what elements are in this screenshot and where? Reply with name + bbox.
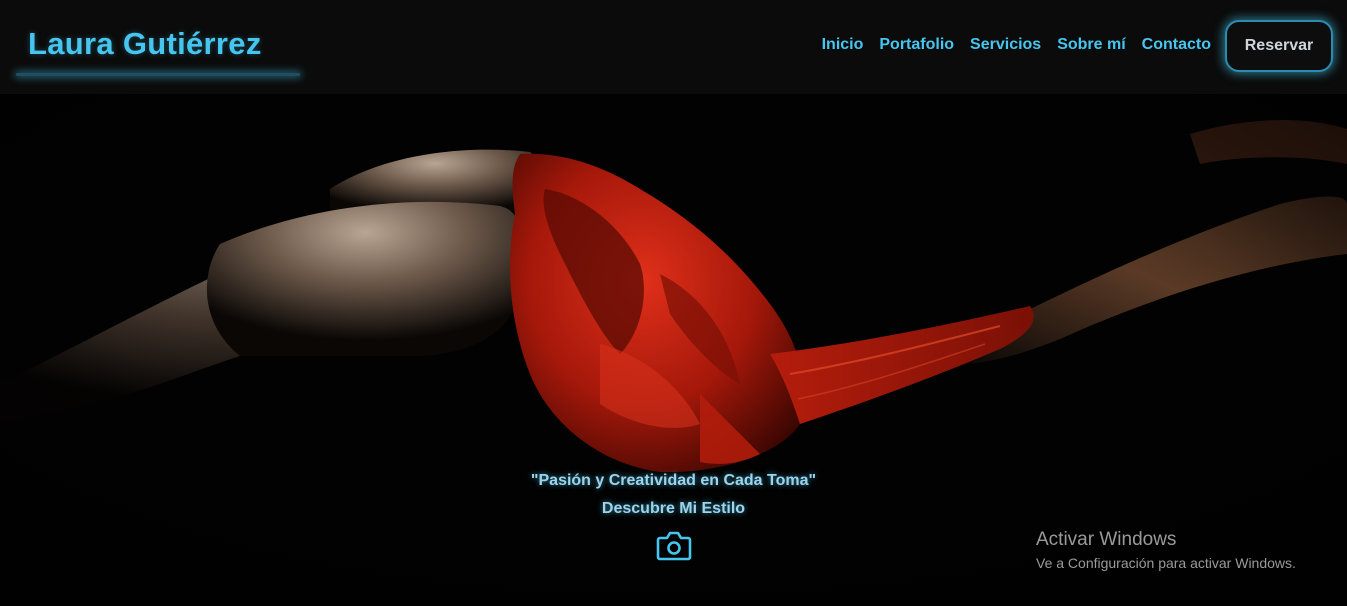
hero-section: "Pasión y Creatividad en Cada Toma" Desc… xyxy=(0,94,1347,606)
nav-portafolio[interactable]: Portafolio xyxy=(879,36,954,54)
main-nav: Inicio Portafolio Servicios Sobre mí Con… xyxy=(822,36,1211,54)
brand-logo[interactable]: Laura Gutiérrez xyxy=(28,26,262,62)
site-header: Laura Gutiérrez Inicio Portafolio Servic… xyxy=(0,0,1347,94)
nav-inicio[interactable]: Inicio xyxy=(822,36,864,54)
brand-underline xyxy=(16,73,300,76)
hero-subtitle[interactable]: Descubre Mi Estilo xyxy=(0,500,1347,518)
reservar-button[interactable]: Reservar xyxy=(1225,20,1333,72)
camera-icon[interactable] xyxy=(656,530,692,562)
nav-servicios[interactable]: Servicios xyxy=(970,36,1041,54)
nav-sobre-mi[interactable]: Sobre mí xyxy=(1057,36,1125,54)
hero-tagline: "Pasión y Creatividad en Cada Toma" xyxy=(530,472,817,489)
page: Laura Gutiérrez Inicio Portafolio Servic… xyxy=(0,0,1347,606)
windows-activation-subtitle: Ve a Configuración para activar Windows. xyxy=(1036,555,1296,571)
nav-contacto[interactable]: Contacto xyxy=(1142,36,1211,54)
windows-activation-title: Activar Windows xyxy=(1036,529,1177,550)
